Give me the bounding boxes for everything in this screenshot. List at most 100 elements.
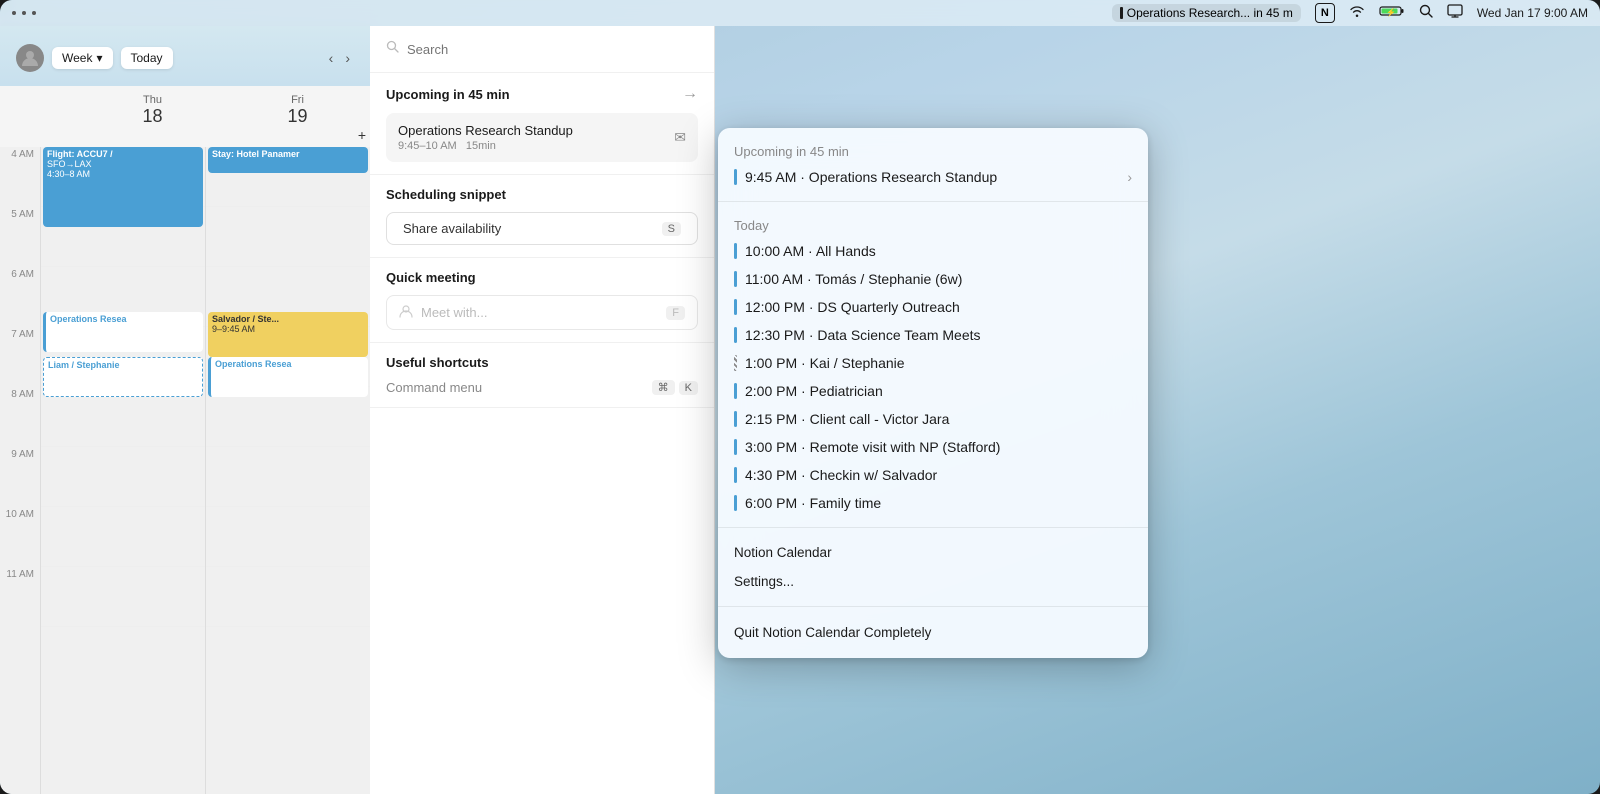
menubar-pill[interactable]: Operations Research... in 45 m [1112,4,1301,22]
prev-button[interactable]: ‹ [325,48,338,68]
time-column: 4 AM 5 AM 6 AM 7 AM 8 AM 9 AM 10 AM 11 A… [0,147,40,794]
dropdown-event-item[interactable]: 12:30 PM · Data Science Team Meets [718,321,1148,349]
upcoming-arrow: → [682,85,698,103]
search-icon-panel [386,40,399,58]
shortcut-keys: ⌘ K [652,380,698,395]
share-kbd: S [662,222,681,236]
dropdown-event-item[interactable]: 2:00 PM · Pediatrician [718,377,1148,405]
dropdown-upcoming-event[interactable]: 9:45 AM · Operations Research Standup › [718,163,1148,191]
day-thu-header: Thu 18 [80,94,225,143]
battery-icon: ⚡ [1379,4,1405,22]
day-fri-header: Fri 19 + [225,94,370,143]
today-button[interactable]: Today [121,47,173,69]
dropdown-event-text: 10:00 AM · All Hands [745,243,1132,259]
dropdown-upcoming-section: Upcoming in 45 min 9:45 AM · Operations … [718,128,1148,201]
dropdown-upcoming-event-text: 9:45 AM · Operations Research Standup [745,169,1119,185]
cmd-key: ⌘ [652,380,675,395]
shortcuts-section: Useful shortcuts Command menu ⌘ K [370,343,714,408]
dropdown-event-text: 12:30 PM · Data Science Team Meets [745,327,1132,343]
calendar-header: Week ▾ Today ‹ › [0,26,370,86]
upcoming-title: Upcoming in 45 min [386,87,510,102]
event-bar [734,355,737,371]
fri-column: Stay: Hotel Panamer Salvador / Ste... 9–… [205,147,370,794]
upcoming-event-card[interactable]: Operations Research Standup 9:45–10 AM 1… [386,113,698,162]
datetime: Wed Jan 17 9:00 AM [1477,6,1588,20]
meet-kbd: F [666,306,685,320]
liam-event[interactable]: Liam / Stephanie [43,357,203,397]
event-bar [734,243,737,259]
meet-with-input[interactable]: Meet with... F [386,295,698,330]
next-button[interactable]: › [341,48,354,68]
chevron-down-icon: ▾ [96,51,102,65]
dropdown-menu: Upcoming in 45 min 9:45 AM · Operations … [718,128,1148,658]
user-avatar[interactable] [16,44,44,72]
dropdown-event-item[interactable]: 11:00 AM · Tomás / Stephanie (6w) [718,265,1148,293]
salvador-event[interactable]: Salvador / Ste... 9–9:45 AM [208,312,368,357]
dropdown-event-item[interactable]: 4:30 PM · Checkin w/ Salvador [718,461,1148,489]
dropdown-event-item[interactable]: 10:00 AM · All Hands [718,237,1148,265]
dropdown-event-text: 4:30 PM · Checkin w/ Salvador [745,467,1132,483]
day-headers: Thu 18 Fri 19 + [0,86,370,147]
dropdown-events-list: 10:00 AM · All Hands 11:00 AM · Tomás / S… [718,237,1148,517]
shortcuts-header: Useful shortcuts [386,355,698,370]
chevron-right-icon: › [1127,169,1132,185]
dropdown-event-text: 12:00 PM · DS Quarterly Outreach [745,299,1132,315]
event-bar-indicator [1120,7,1123,19]
event-bar [734,327,737,343]
flight-event[interactable]: Flight: ACCU7 / SFO→LAX 4:30–8 AM [43,147,203,227]
settings-item[interactable]: Settings... [718,567,1148,596]
shortcuts-title: Useful shortcuts [386,355,489,370]
search-bar [370,26,714,73]
dropdown-event-item[interactable]: 2:15 PM · Client call - Victor Jara [718,405,1148,433]
menubar: Operations Research... in 45 m N [0,0,1600,26]
week-view-button[interactable]: Week ▾ [52,47,113,69]
quit-item[interactable]: Quit Notion Calendar Completely [718,617,1148,648]
notion-n-icon[interactable]: N [1315,3,1335,23]
event-bar [734,299,737,315]
event-bar [734,169,737,185]
event-bar [734,271,737,287]
person-icon [399,304,413,321]
dropdown-event-text: 2:15 PM · Client call - Victor Jara [745,411,1132,427]
dropdown-event-item[interactable]: 1:00 PM · Kai / Stephanie [718,349,1148,377]
dropdown-event-text: 11:00 AM · Tomás / Stephanie (6w) [745,271,1132,287]
dropdown-event-text: 2:00 PM · Pediatrician [745,383,1132,399]
hotel-event[interactable]: Stay: Hotel Panamer [208,147,368,173]
quick-meeting-header: Quick meeting [386,270,698,285]
menubar-pill-text: Operations Research... in 45 m [1127,6,1293,20]
quick-panel: Upcoming in 45 min → Operations Research… [370,26,715,794]
dropdown-today-label: Today [718,212,1148,237]
calendar-window: Week ▾ Today ‹ › Thu 18 Fri 19 [0,26,370,794]
thu-column: Flight: ACCU7 / SFO→LAX 4:30–8 AM Operat… [40,147,205,794]
scheduling-title: Scheduling snippet [386,187,506,202]
search-icon[interactable] [1419,4,1433,23]
operations-event-fri[interactable]: Operations Resea [208,357,368,397]
dropdown-event-item[interactable]: 3:00 PM · Remote visit with NP (Stafford… [718,433,1148,461]
dropdown-upcoming-label: Upcoming in 45 min [718,138,1148,163]
dropdown-event-text: 1:00 PM · Kai / Stephanie [745,355,1132,371]
calendar-body: 4 AM 5 AM 6 AM 7 AM 8 AM 9 AM 10 AM 11 A… [0,147,370,794]
event-bar [734,439,737,455]
dropdown-app-section: Notion Calendar Settings... [718,528,1148,606]
share-availability-button[interactable]: Share availability S [386,212,698,245]
search-input[interactable] [407,42,698,57]
upcoming-section-header: Upcoming in 45 min → [386,85,698,103]
svg-text:⚡: ⚡ [1386,7,1396,17]
event-bar [734,495,737,511]
upcoming-event-time: 9:45–10 AM 15min [398,140,573,152]
command-menu-shortcut: Command menu ⌘ K [386,380,698,395]
wifi-icon [1349,4,1365,22]
scheduling-section: Scheduling snippet Share availability S [370,175,714,258]
upcoming-event-name: Operations Research Standup [398,123,573,138]
dropdown-today-section: Today 10:00 AM · All Hands 11:00 AM · Tom… [718,202,1148,527]
dropdown-quit-section: Quit Notion Calendar Completely [718,607,1148,658]
dropdown-event-item[interactable]: 12:00 PM · DS Quarterly Outreach [718,293,1148,321]
operations-event-thu[interactable]: Operations Resea [43,312,203,352]
event-bar [734,467,737,483]
upcoming-event-info: Operations Research Standup 9:45–10 AM 1… [398,123,573,152]
calendar-grid: Thu 18 Fri 19 + 4 AM 5 AM 6 AM 7 AM 8 AM… [0,86,370,794]
event-bar [734,411,737,427]
notion-calendar-item[interactable]: Notion Calendar [718,538,1148,567]
quick-meeting-section: Quick meeting Meet with... F [370,258,714,343]
dropdown-event-item[interactable]: 6:00 PM · Family time [718,489,1148,517]
